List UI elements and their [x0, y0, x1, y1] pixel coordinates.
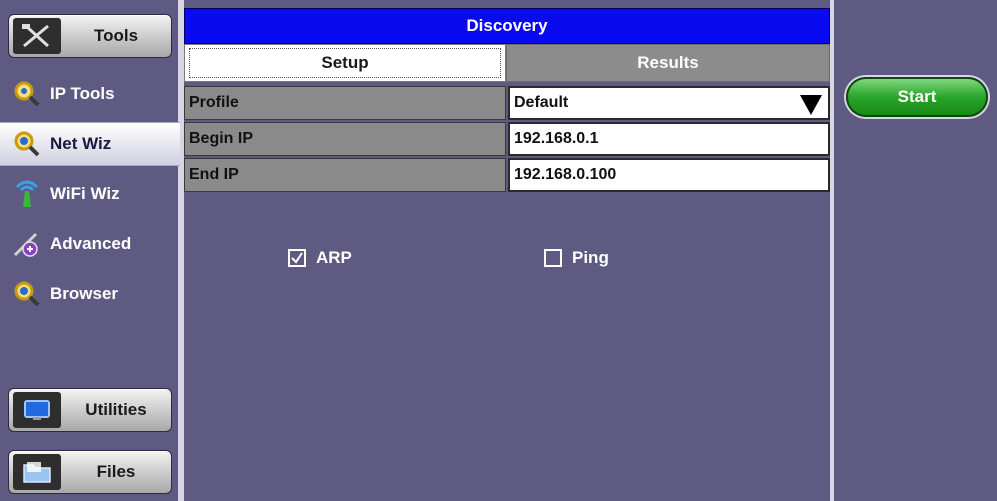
magnifier-icon — [12, 279, 42, 309]
divider — [830, 0, 834, 501]
ping-option[interactable]: Ping — [544, 248, 609, 268]
magnifier-icon — [12, 129, 42, 159]
files-label: Files — [96, 462, 136, 481]
sidebar-item-ip-tools[interactable]: IP Tools — [0, 72, 180, 116]
profile-label: Profile — [184, 86, 506, 120]
begin-ip-row: Begin IP 192.168.0.1 — [184, 122, 830, 156]
sidebar-item-label: Net Wiz — [50, 134, 112, 153]
sidebar-item-wifi-wiz[interactable]: WiFi Wiz — [0, 172, 180, 216]
profile-value: Default — [514, 94, 569, 111]
arp-label: ARP — [316, 248, 352, 267]
tools-button[interactable]: Tools — [8, 14, 172, 58]
tab-setup[interactable]: Setup — [184, 44, 506, 82]
advanced-icon — [12, 229, 42, 259]
sidebar-item-label: Browser — [50, 284, 119, 303]
magnifier-icon — [12, 79, 42, 109]
sidebar: Tools IP Tools Net Wiz WiFi Wiz Advanced… — [0, 0, 180, 501]
profile-select[interactable]: Default — [508, 86, 830, 120]
sidebar-item-browser[interactable]: Browser — [0, 272, 180, 316]
tab-setup-label: Setup — [189, 48, 501, 78]
profile-row: Profile Default — [184, 86, 830, 120]
tools-label: Tools — [93, 26, 139, 45]
sidebar-item-label: WiFi Wiz — [50, 184, 120, 203]
monitor-icon — [13, 392, 61, 428]
files-button[interactable]: Files — [8, 450, 172, 494]
end-ip-row: End IP 192.168.0.100 — [184, 158, 830, 192]
ping-checkbox[interactable] — [544, 249, 562, 267]
arp-checkbox[interactable] — [288, 249, 306, 267]
start-button[interactable]: Start — [846, 77, 988, 117]
folder-icon — [13, 454, 61, 490]
arp-option[interactable]: ARP — [288, 248, 352, 268]
utilities-label: Utilities — [85, 400, 147, 419]
page-title: Discovery — [184, 8, 830, 44]
begin-ip-label: Begin IP — [184, 122, 506, 156]
sidebar-item-net-wiz[interactable]: Net Wiz — [0, 122, 180, 166]
dropdown-arrow-icon[interactable] — [800, 95, 822, 115]
antenna-icon — [12, 179, 42, 209]
sidebar-item-label: Advanced — [50, 234, 132, 253]
end-ip-field[interactable]: 192.168.0.100 — [508, 158, 830, 192]
begin-ip-field[interactable]: 192.168.0.1 — [508, 122, 830, 156]
tools-icon — [13, 18, 61, 54]
tab-results[interactable]: Results — [506, 44, 830, 82]
end-ip-label: End IP — [184, 158, 506, 192]
utilities-button[interactable]: Utilities — [8, 388, 172, 432]
sidebar-item-advanced[interactable]: Advanced — [0, 222, 180, 266]
ping-label: Ping — [572, 248, 609, 267]
sidebar-item-label: IP Tools — [50, 84, 115, 103]
